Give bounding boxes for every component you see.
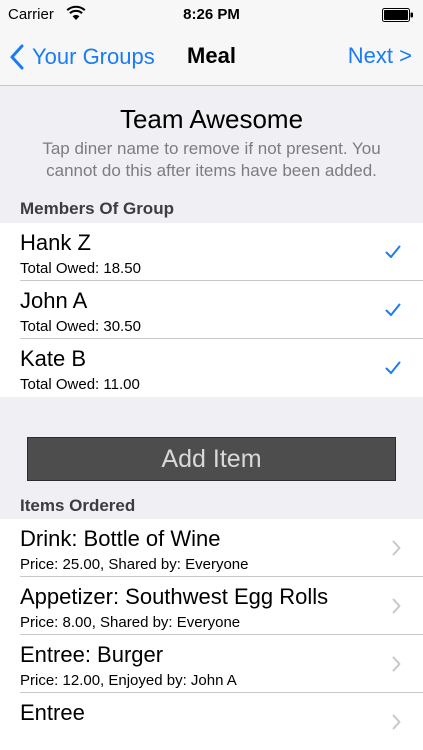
add-item-button[interactable]: Add Item (27, 437, 396, 481)
item-title: Entree (20, 700, 85, 725)
chevron-right-icon (392, 598, 401, 614)
chevron-right-icon (392, 540, 401, 556)
member-row[interactable]: John A Total Owed: 30.50 (20, 281, 423, 339)
group-header: Team Awesome Tap diner name to remove if… (0, 86, 423, 196)
members-list: Hank Z Total Owed: 18.50 John A Total Ow… (0, 223, 423, 397)
member-row[interactable]: Kate B Total Owed: 11.00 (20, 339, 423, 397)
members-section-header: Members Of Group (0, 196, 423, 222)
member-total-owed: Total Owed: 30.50 (20, 318, 141, 335)
status-time: 8:26 PM (183, 6, 240, 23)
item-row[interactable]: Appetizer: Southwest Egg Rolls Price: 8.… (20, 577, 423, 635)
item-row[interactable]: Entree: Burger Price: 12.00, Enjoyed by:… (20, 635, 423, 693)
member-name: Kate B (20, 346, 87, 371)
navigation-bar: Your Groups Meal Next > (0, 30, 423, 86)
items-section-header: Items Ordered (0, 493, 423, 519)
group-name: Team Awesome (119, 104, 304, 134)
chevron-right-icon (392, 656, 401, 672)
checkmark-icon (385, 303, 401, 316)
item-row[interactable]: Drink: Bottle of Wine Price: 25.00, Shar… (20, 519, 423, 577)
group-instructions: Tap diner name to remove if not present.… (42, 139, 381, 180)
member-total-owed: Total Owed: 11.00 (20, 376, 140, 393)
item-title: Drink: Bottle of Wine (20, 526, 221, 551)
item-row[interactable]: Entree (20, 693, 423, 750)
member-name: Hank Z (20, 230, 91, 255)
chevron-right-icon (392, 714, 401, 730)
member-name: John A (20, 288, 88, 313)
member-row[interactable]: Hank Z Total Owed: 18.50 (20, 223, 423, 281)
item-title: Entree: Burger (20, 642, 164, 667)
member-total-owed: Total Owed: 18.50 (20, 260, 141, 277)
item-detail: Price: 25.00, Shared by: Everyone (20, 556, 249, 573)
item-title: Appetizer: Southwest Egg Rolls (20, 584, 329, 609)
items-list: Drink: Bottle of Wine Price: 25.00, Shar… (0, 519, 423, 750)
item-detail: Price: 12.00, Enjoyed by: John A (20, 672, 237, 689)
status-bar: Carrier 8:26 PM (0, 0, 423, 30)
next-button[interactable]: Next > (348, 43, 412, 69)
checkmark-icon (385, 361, 401, 374)
battery-icon (382, 8, 413, 22)
checkmark-icon (385, 245, 401, 258)
item-detail: Price: 8.00, Shared by: Everyone (20, 614, 241, 631)
